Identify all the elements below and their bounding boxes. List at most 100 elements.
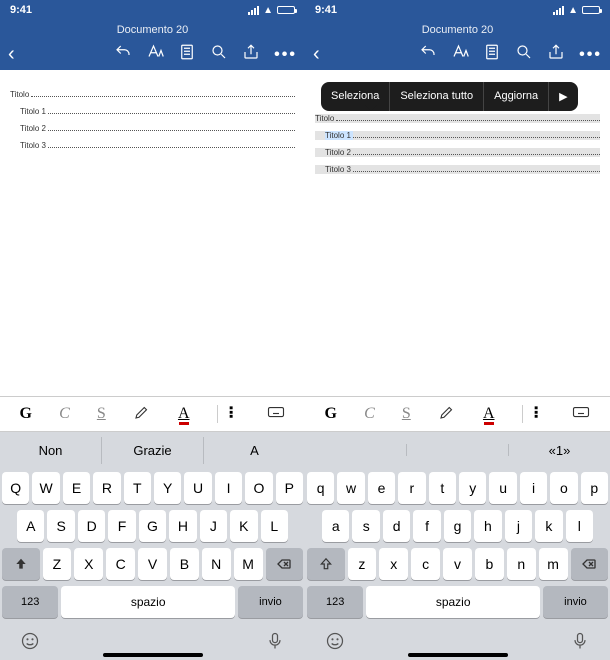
search-button[interactable] bbox=[515, 43, 533, 66]
key[interactable]: M bbox=[234, 548, 263, 580]
document-canvas[interactable]: Seleziona Seleziona tutto Aggiorna ▶ Tit… bbox=[305, 70, 610, 396]
bold-button[interactable]: G bbox=[325, 405, 337, 423]
format-more-button[interactable]: ⠇ bbox=[522, 405, 546, 423]
key[interactable]: X bbox=[74, 548, 103, 580]
keyboard-toggle-button[interactable] bbox=[572, 403, 590, 426]
key[interactable]: u bbox=[489, 472, 516, 504]
key[interactable]: E bbox=[63, 472, 90, 504]
ctx-select-all[interactable]: Seleziona tutto bbox=[390, 82, 484, 111]
suggestion[interactable] bbox=[407, 444, 509, 456]
key[interactable]: w bbox=[337, 472, 364, 504]
underline-button[interactable]: S bbox=[97, 405, 106, 423]
underline-button[interactable]: S bbox=[402, 405, 411, 423]
keyboard-toggle-button[interactable] bbox=[267, 403, 285, 426]
key[interactable]: F bbox=[108, 510, 135, 542]
mic-button[interactable] bbox=[570, 631, 590, 656]
key[interactable]: c bbox=[411, 548, 440, 580]
key[interactable]: A bbox=[17, 510, 44, 542]
shift-key[interactable] bbox=[307, 548, 345, 580]
key[interactable]: G bbox=[139, 510, 166, 542]
reading-view-button[interactable] bbox=[483, 43, 501, 66]
key[interactable]: T bbox=[124, 472, 151, 504]
key[interactable]: p bbox=[581, 472, 608, 504]
backspace-key[interactable] bbox=[571, 548, 609, 580]
suggestion[interactable]: Non bbox=[0, 437, 102, 464]
key[interactable]: D bbox=[78, 510, 105, 542]
suggestion[interactable] bbox=[305, 444, 407, 456]
toc-root[interactable]: Titolo bbox=[10, 90, 295, 99]
key[interactable]: d bbox=[383, 510, 410, 542]
key[interactable]: l bbox=[566, 510, 593, 542]
key[interactable]: e bbox=[368, 472, 395, 504]
shift-key[interactable] bbox=[2, 548, 40, 580]
key[interactable]: r bbox=[398, 472, 425, 504]
key[interactable]: s bbox=[352, 510, 379, 542]
enter-key[interactable]: invio bbox=[238, 586, 303, 618]
key[interactable]: L bbox=[261, 510, 288, 542]
key[interactable]: b bbox=[475, 548, 504, 580]
home-indicator[interactable] bbox=[103, 653, 203, 657]
key[interactable]: x bbox=[379, 548, 408, 580]
backspace-key[interactable] bbox=[266, 548, 304, 580]
key[interactable]: f bbox=[413, 510, 440, 542]
key[interactable]: O bbox=[245, 472, 272, 504]
ctx-update[interactable]: Aggiorna bbox=[484, 82, 549, 111]
more-button[interactable]: ••• bbox=[579, 46, 602, 64]
key[interactable]: B bbox=[170, 548, 199, 580]
home-indicator[interactable] bbox=[408, 653, 508, 657]
toc-root[interactable]: Titolo bbox=[315, 114, 600, 123]
toc-item[interactable]: Titolo 1 bbox=[10, 107, 295, 116]
key[interactable]: R bbox=[93, 472, 120, 504]
mic-button[interactable] bbox=[265, 631, 285, 656]
font-color-button[interactable]: A bbox=[483, 405, 495, 423]
toc-item[interactable]: Titolo 3 bbox=[10, 141, 295, 150]
suggestion[interactable]: A bbox=[204, 437, 305, 464]
numeric-key[interactable]: 123 bbox=[2, 586, 58, 618]
emoji-button[interactable] bbox=[20, 631, 40, 656]
key[interactable]: z bbox=[348, 548, 377, 580]
bold-button[interactable]: G bbox=[20, 405, 32, 423]
key[interactable]: V bbox=[138, 548, 167, 580]
font-color-button[interactable]: A bbox=[178, 405, 190, 423]
toc-item[interactable]: Titolo 3 bbox=[315, 165, 600, 174]
space-key[interactable]: spazio bbox=[366, 586, 540, 618]
key[interactable]: U bbox=[184, 472, 211, 504]
back-button[interactable]: ‹ bbox=[8, 43, 15, 66]
key[interactable]: a bbox=[322, 510, 349, 542]
document-canvas[interactable]: Titolo Titolo 1 Titolo 2 Titolo 3 bbox=[0, 70, 305, 396]
undo-button[interactable] bbox=[114, 43, 132, 66]
space-key[interactable]: spazio bbox=[61, 586, 235, 618]
back-button[interactable]: ‹ bbox=[313, 43, 320, 66]
key[interactable]: Z bbox=[43, 548, 72, 580]
suggestion[interactable]: «1» bbox=[509, 437, 610, 464]
undo-button[interactable] bbox=[419, 43, 437, 66]
key[interactable]: q bbox=[307, 472, 334, 504]
reading-view-button[interactable] bbox=[178, 43, 196, 66]
key[interactable]: I bbox=[215, 472, 242, 504]
key[interactable]: o bbox=[550, 472, 577, 504]
suggestion[interactable]: Grazie bbox=[102, 437, 204, 464]
key[interactable]: g bbox=[444, 510, 471, 542]
numeric-key[interactable]: 123 bbox=[307, 586, 363, 618]
key[interactable]: Y bbox=[154, 472, 181, 504]
key[interactable]: m bbox=[539, 548, 568, 580]
toc-item[interactable]: Titolo 1 bbox=[315, 131, 600, 140]
toc-item[interactable]: Titolo 2 bbox=[315, 148, 600, 157]
share-button[interactable] bbox=[242, 43, 260, 66]
key[interactable]: J bbox=[200, 510, 227, 542]
font-style-button[interactable] bbox=[146, 43, 164, 66]
italic-button[interactable]: C bbox=[364, 405, 375, 423]
key[interactable]: y bbox=[459, 472, 486, 504]
italic-button[interactable]: C bbox=[59, 405, 70, 423]
ctx-more-arrow[interactable]: ▶ bbox=[549, 82, 577, 111]
key[interactable]: v bbox=[443, 548, 472, 580]
format-more-button[interactable]: ⠇ bbox=[217, 405, 241, 423]
key[interactable]: n bbox=[507, 548, 536, 580]
key[interactable]: Q bbox=[2, 472, 29, 504]
ctx-select[interactable]: Seleziona bbox=[321, 82, 390, 111]
key[interactable]: K bbox=[230, 510, 257, 542]
emoji-button[interactable] bbox=[325, 631, 345, 656]
font-style-button[interactable] bbox=[451, 43, 469, 66]
key[interactable]: h bbox=[474, 510, 501, 542]
key[interactable]: P bbox=[276, 472, 303, 504]
